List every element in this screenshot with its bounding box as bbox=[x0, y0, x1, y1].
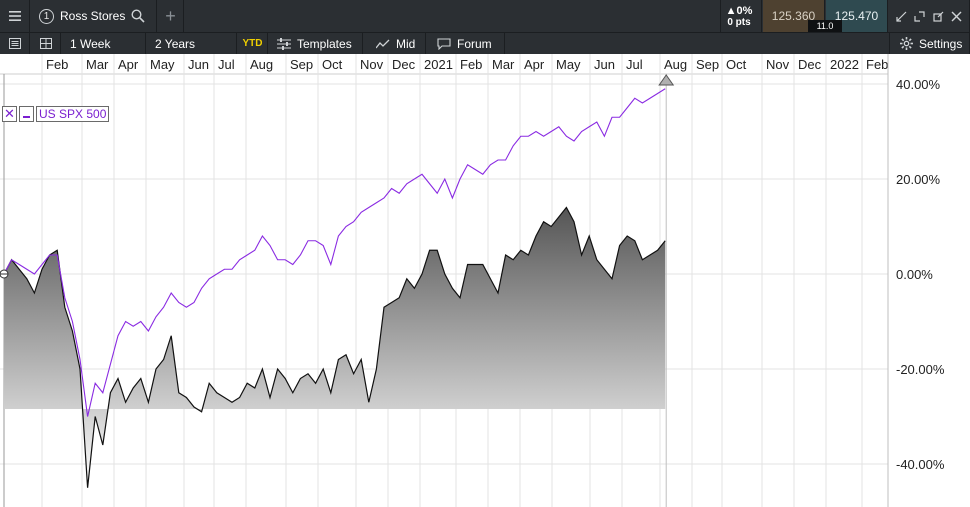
x-tick-label: Sep bbox=[290, 57, 313, 72]
price-chart[interactable]: Feb Mar Apr May Jun Jul Aug Sep Oct Nov Dec 2021 Feb… bbox=[0, 54, 970, 507]
layout-grid-button[interactable] bbox=[31, 33, 61, 54]
search-icon[interactable] bbox=[131, 9, 145, 23]
chat-bubble-icon bbox=[437, 37, 451, 50]
x-tick-label: 2022 bbox=[830, 57, 859, 72]
window-controls bbox=[889, 0, 970, 32]
layout-list-button[interactable] bbox=[0, 33, 30, 54]
x-tick-label: May bbox=[556, 57, 581, 72]
price-type-label: Mid bbox=[396, 36, 416, 51]
y-axis: 40.00% 20.00% 0.00% -20.00% -40.00% bbox=[887, 54, 945, 507]
settings-button[interactable]: Settings bbox=[889, 33, 970, 54]
menu-button[interactable] bbox=[0, 0, 30, 32]
symbol-selector[interactable]: 1 Ross Stores bbox=[31, 0, 157, 32]
chart-toolbar: 1 Week 2 Years YTD Templates Mid Forum S… bbox=[0, 32, 970, 54]
y-tick-label: 0.00% bbox=[896, 267, 933, 282]
add-symbol-button[interactable]: + bbox=[158, 0, 184, 32]
x-tick-label: Jul bbox=[218, 57, 235, 72]
current-date-marker bbox=[658, 74, 675, 86]
x-tick-label: Oct bbox=[726, 57, 747, 72]
popout-icon[interactable] bbox=[932, 11, 944, 22]
x-tick-label: Mar bbox=[86, 57, 109, 72]
y-tick-label: 40.00% bbox=[896, 77, 941, 92]
x-tick-label: Feb bbox=[866, 57, 888, 72]
x-tick-label: Oct bbox=[322, 57, 343, 72]
forum-label: Forum bbox=[457, 36, 492, 51]
comparison-legend: ✕ US SPX 500 bbox=[2, 106, 110, 122]
list-layout-icon bbox=[8, 38, 21, 49]
x-tick-label: Aug bbox=[250, 57, 273, 72]
range-label: 2 Years bbox=[155, 36, 196, 51]
ytd-label: YTD bbox=[242, 38, 263, 49]
x-tick-label: Nov bbox=[766, 57, 790, 72]
grid-layout-icon bbox=[39, 38, 52, 49]
symbol-name: Ross Stores bbox=[60, 9, 126, 23]
x-tick-label: Mar bbox=[492, 57, 515, 72]
hamburger-icon bbox=[8, 11, 21, 21]
x-tick-label: Nov bbox=[360, 57, 384, 72]
plus-icon: + bbox=[165, 5, 176, 26]
x-tick-label: 2021 bbox=[424, 57, 453, 72]
top-bar: 1 Ross Stores + ▲0% 0 pts 125.360 125.47… bbox=[0, 0, 970, 32]
minimize-comparison-button[interactable] bbox=[19, 106, 34, 122]
symbol-number-badge: 1 bbox=[39, 8, 54, 24]
x-tick-label: Feb bbox=[46, 57, 68, 72]
spread-value: 11.0 bbox=[808, 20, 842, 32]
comparison-series-name[interactable]: US SPX 500 bbox=[36, 106, 110, 122]
price-change: ▲0% 0 pts bbox=[720, 0, 762, 32]
change-percent: ▲0% bbox=[725, 4, 753, 17]
x-tick-label: Jul bbox=[626, 57, 643, 72]
x-tick-label: Dec bbox=[798, 57, 822, 72]
shrink-icon[interactable] bbox=[896, 11, 907, 22]
interval-label: 1 Week bbox=[70, 36, 111, 51]
y-tick-label: 20.00% bbox=[896, 172, 941, 187]
line-chart-icon bbox=[376, 39, 390, 48]
close-icon[interactable] bbox=[951, 11, 962, 22]
x-tick-label: Sep bbox=[696, 57, 719, 72]
chart-series bbox=[3, 88, 666, 488]
x-tick-label: Feb bbox=[460, 57, 482, 72]
forum-button[interactable]: Forum bbox=[427, 33, 505, 54]
expand-icon[interactable] bbox=[914, 10, 925, 22]
price-type-selector[interactable]: Mid bbox=[364, 33, 426, 54]
remove-comparison-button[interactable]: ✕ bbox=[2, 106, 17, 122]
settings-label: Settings bbox=[919, 36, 963, 51]
templates-button[interactable]: Templates bbox=[269, 33, 363, 54]
x-tick-label: Jun bbox=[188, 57, 209, 72]
x-tick-label: Apr bbox=[524, 57, 545, 72]
x-tick-label: Apr bbox=[118, 57, 139, 72]
close-icon: ✕ bbox=[4, 106, 15, 121]
change-points: 0 pts bbox=[727, 16, 751, 28]
range-selector[interactable]: 2 Years bbox=[147, 33, 237, 54]
y-tick-label: -40.00% bbox=[896, 457, 945, 472]
x-tick-label: Jun bbox=[594, 57, 615, 72]
templates-label: Templates bbox=[297, 36, 352, 51]
gear-icon bbox=[900, 37, 913, 50]
y-tick-label: -20.00% bbox=[896, 362, 945, 377]
sliders-icon bbox=[277, 37, 291, 50]
x-tick-label: May bbox=[150, 57, 175, 72]
interval-selector[interactable]: 1 Week bbox=[62, 33, 146, 54]
ytd-button[interactable]: YTD bbox=[238, 33, 268, 54]
x-tick-label: Aug bbox=[664, 57, 687, 72]
x-tick-label: Dec bbox=[392, 57, 416, 72]
